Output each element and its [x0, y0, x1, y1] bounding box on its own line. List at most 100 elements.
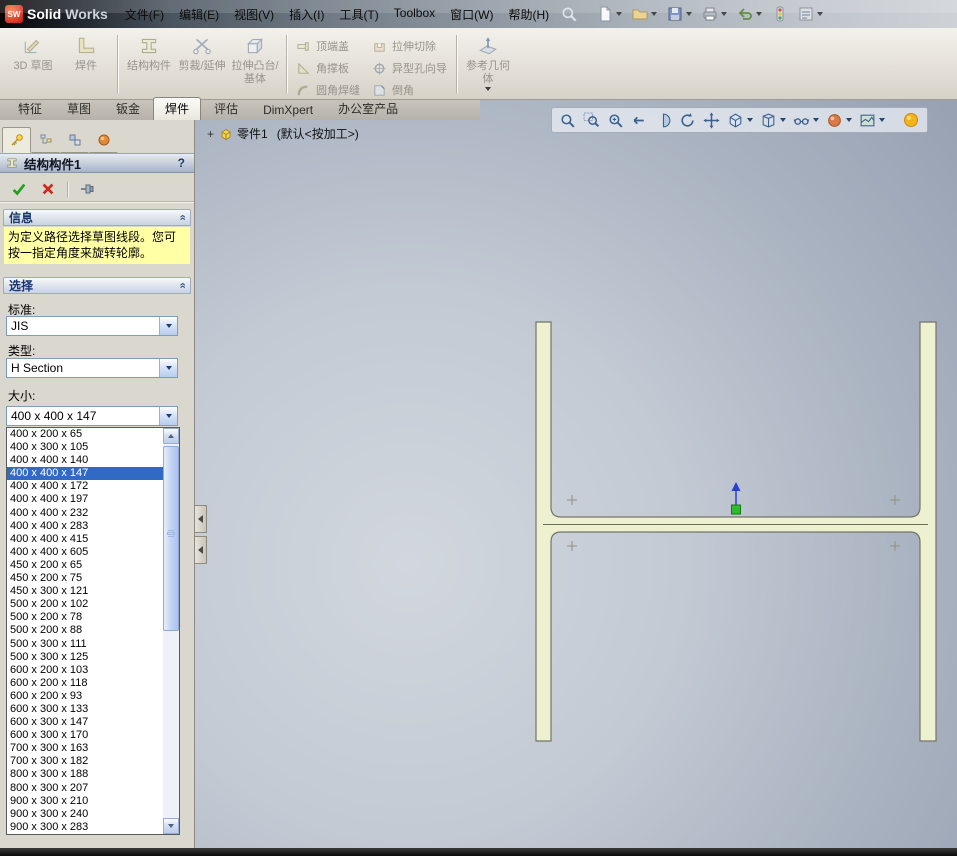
menu-help[interactable]: 帮助(H): [501, 3, 556, 26]
dropdown-arrow-button[interactable]: [159, 407, 177, 425]
menu-toolbox[interactable]: Toolbox: [387, 3, 442, 26]
options-button[interactable]: [795, 4, 826, 24]
size-option[interactable]: 600 x 200 x 118: [7, 677, 163, 690]
new-document-button[interactable]: [594, 4, 625, 24]
zoom-in-out-button[interactable]: [605, 111, 626, 130]
chevron-down-icon[interactable]: [721, 12, 728, 16]
hole-wizard-button[interactable]: 异型孔向导: [369, 60, 450, 76]
chevron-down-icon[interactable]: [485, 87, 491, 92]
chevron-down-icon[interactable]: [756, 12, 763, 16]
sketch3d-button[interactable]: 3D 草图: [8, 31, 58, 97]
type-select[interactable]: H Section: [6, 358, 178, 378]
part-name[interactable]: 零件1: [237, 125, 268, 142]
rotate-view-button[interactable]: [677, 111, 698, 130]
hide-show-items-button[interactable]: [791, 111, 821, 130]
graphics-viewport[interactable]: + 零件1 (默认<按加工>): [195, 100, 957, 848]
sketch-h-beam-profile[interactable]: [195, 100, 957, 848]
size-option[interactable]: 400 x 400 x 197: [7, 493, 163, 506]
display-style-button[interactable]: [758, 111, 788, 130]
standard-select[interactable]: JIS: [6, 316, 178, 336]
zoom-to-fit-button[interactable]: [557, 111, 578, 130]
chevron-down-icon[interactable]: [616, 12, 623, 16]
size-option[interactable]: 500 x 200 x 78: [7, 611, 163, 624]
size-option[interactable]: 450 x 300 x 121: [7, 585, 163, 598]
weldment-button[interactable]: 焊件: [61, 31, 111, 97]
tab-sheet-metal[interactable]: 钣金: [104, 97, 152, 120]
size-option[interactable]: 900 x 300 x 283: [7, 821, 163, 834]
size-option[interactable]: 900 x 300 x 210: [7, 795, 163, 808]
size-list-scrollbar[interactable]: [163, 428, 179, 834]
save-button[interactable]: [664, 4, 695, 24]
chevron-down-icon[interactable]: [846, 118, 852, 122]
selections-group-header[interactable]: 选择 «: [3, 277, 191, 294]
open-document-button[interactable]: [629, 4, 660, 24]
fillet-bead-button[interactable]: 圆角焊缝: [293, 82, 363, 98]
pan-button[interactable]: [701, 111, 722, 130]
menu-window[interactable]: 窗口(W): [443, 3, 500, 26]
tab-evaluate[interactable]: 评估: [202, 97, 250, 120]
keep-visible-pin-button[interactable]: [77, 179, 97, 199]
tab-sketch[interactable]: 草图: [55, 97, 103, 120]
size-option[interactable]: 400 x 300 x 105: [7, 441, 163, 454]
collapse-panel-button[interactable]: [195, 536, 207, 564]
dropdown-arrow-button[interactable]: [159, 317, 177, 335]
selected-sketch-point[interactable]: [731, 504, 741, 515]
size-option[interactable]: 400 x 400 x 415: [7, 533, 163, 546]
displaymanager-tab[interactable]: [89, 127, 118, 153]
tab-office-products[interactable]: 办公室产品: [326, 97, 410, 120]
chevron-down-icon[interactable]: [651, 12, 658, 16]
size-option[interactable]: 700 x 300 x 163: [7, 742, 163, 755]
featuremanager-tab[interactable]: [31, 127, 60, 153]
size-option[interactable]: 450 x 200 x 65: [7, 559, 163, 572]
size-option[interactable]: 400 x 400 x 232: [7, 507, 163, 520]
scroll-down-button[interactable]: [163, 818, 179, 834]
dropdown-arrow-button[interactable]: [159, 359, 177, 377]
appearances-button[interactable]: [824, 111, 854, 130]
h-beam-profile-face[interactable]: [535, 321, 937, 742]
chamfer-button[interactable]: 倒角: [369, 82, 450, 98]
chevron-down-icon[interactable]: [686, 12, 693, 16]
size-option[interactable]: 400 x 400 x 147: [7, 467, 163, 481]
collapse-chevron-icon[interactable]: «: [176, 214, 188, 220]
extruded-cut-button[interactable]: 拉伸切除: [369, 38, 450, 54]
zoom-to-area-button[interactable]: [581, 111, 602, 130]
size-select[interactable]: 400 x 400 x 147: [6, 406, 178, 426]
size-option[interactable]: 450 x 200 x 75: [7, 572, 163, 585]
tree-expand-button[interactable]: +: [206, 127, 215, 141]
size-option[interactable]: 400 x 400 x 172: [7, 480, 163, 493]
menu-file[interactable]: 文件(F): [118, 3, 171, 26]
search-icon[interactable]: [560, 5, 578, 23]
size-option[interactable]: 600 x 300 x 133: [7, 703, 163, 716]
size-option[interactable]: 600 x 300 x 170: [7, 729, 163, 742]
collapse-panel-button[interactable]: [195, 505, 207, 533]
size-option[interactable]: 900 x 300 x 240: [7, 808, 163, 821]
size-option[interactable]: 500 x 300 x 111: [7, 638, 163, 651]
scroll-up-button[interactable]: [163, 428, 179, 444]
print-button[interactable]: [699, 4, 730, 24]
rebuild-button[interactable]: [769, 4, 791, 24]
tab-dimxpert[interactable]: DimXpert: [251, 100, 325, 120]
message-group-header[interactable]: 信息 «: [3, 209, 191, 226]
end-cap-button[interactable]: 顶端盖: [293, 38, 363, 54]
size-option[interactable]: 400 x 400 x 283: [7, 520, 163, 533]
size-option[interactable]: 600 x 300 x 147: [7, 716, 163, 729]
chevron-down-icon[interactable]: [879, 118, 885, 122]
size-option[interactable]: 500 x 200 x 102: [7, 598, 163, 611]
size-option[interactable]: 500 x 300 x 125: [7, 651, 163, 664]
undo-button[interactable]: [734, 4, 765, 24]
propertymanager-tab[interactable]: [2, 127, 31, 153]
previous-view-button[interactable]: [629, 111, 650, 130]
menu-view[interactable]: 视图(V): [227, 3, 281, 26]
size-option[interactable]: 500 x 200 x 88: [7, 624, 163, 637]
size-option[interactable]: 600 x 200 x 103: [7, 664, 163, 677]
chevron-down-icon[interactable]: [747, 118, 753, 122]
size-option[interactable]: 400 x 400 x 605: [7, 546, 163, 559]
cancel-button[interactable]: [38, 179, 58, 199]
structural-member-button[interactable]: 结构构件: [124, 31, 174, 97]
chevron-down-icon[interactable]: [813, 118, 819, 122]
tab-weldments[interactable]: 焊件: [153, 97, 202, 120]
gusset-button[interactable]: 角撑板: [293, 60, 363, 76]
tab-features[interactable]: 特征: [6, 97, 54, 120]
trim-extend-button[interactable]: 剪裁/延伸: [177, 31, 227, 97]
size-option[interactable]: 800 x 300 x 188: [7, 768, 163, 781]
